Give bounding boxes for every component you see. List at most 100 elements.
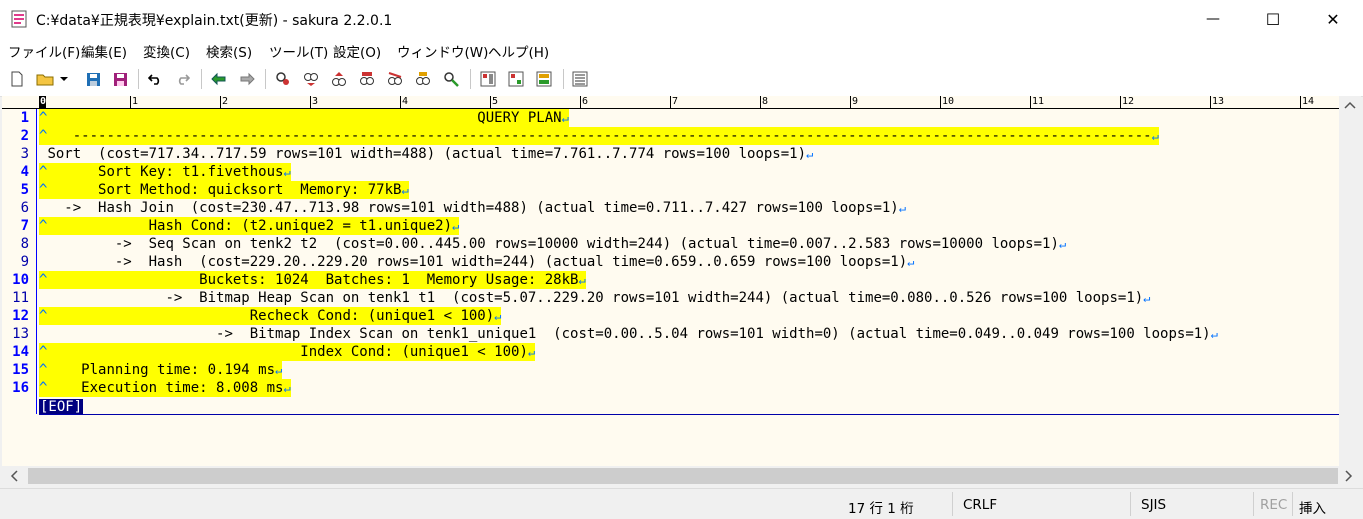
- scroll-left-icon[interactable]: [6, 468, 24, 484]
- replace-icon[interactable]: [386, 70, 404, 88]
- settings-icon[interactable]: [571, 70, 589, 88]
- return-icon: ↵: [401, 183, 409, 197]
- line-text: ^ Buckets: 1024 Batches: 1 Memory Usage:…: [39, 271, 586, 289]
- scroll-right-icon[interactable]: [1339, 468, 1357, 484]
- text-editor[interactable]: 0 1 2 3 4 5 6 7 8 9 10 11 12 13 14 1 ^ QU…: [2, 96, 1361, 466]
- menu-help[interactable]: ヘルプ(H): [488, 41, 549, 61]
- editor-line[interactable]: 15 ^ Planning time: 0.194 ms↵: [2, 361, 1361, 379]
- menu-search[interactable]: 検索(S): [206, 41, 252, 61]
- line-number: 1: [20, 110, 29, 126]
- line-ending[interactable]: CRLF: [963, 497, 997, 513]
- line-number: 10: [12, 272, 29, 288]
- maximize-button[interactable]: ☐: [1250, 0, 1296, 38]
- return-icon: ↵: [494, 309, 502, 323]
- ruler-mark: 2: [220, 96, 229, 108]
- ruler-mark: 11: [1030, 96, 1045, 108]
- scroll-thumb[interactable]: [28, 468, 1338, 484]
- ruler-mark: 10: [940, 96, 955, 108]
- undo-icon[interactable]: [146, 70, 164, 88]
- menu-settings[interactable]: 設定(O): [333, 41, 381, 61]
- insert-mode[interactable]: 挿入: [1299, 497, 1326, 517]
- search-icon[interactable]: [274, 70, 292, 88]
- editor-line[interactable]: 5 ^ Sort Method: quicksort Memory: 77kB↵: [2, 181, 1361, 199]
- line-text: -> Hash Join (cost=230.47..713.98 rows=1…: [39, 199, 906, 217]
- line-content: -> Seq Scan on tenk2 t2 (cost=0.00..445.…: [47, 236, 1059, 252]
- editor-line[interactable]: 14 ^ Index Cond: (unique1 < 100)↵: [2, 343, 1361, 361]
- new-file-icon[interactable]: [8, 70, 26, 88]
- line-content: -> Hash (cost=229.20..229.20 rows=101 wi…: [47, 254, 908, 270]
- menu-edit[interactable]: 編集(E): [81, 41, 127, 61]
- menu-convert[interactable]: 変換(C): [143, 41, 190, 61]
- line-text: ^ Planning time: 0.194 ms↵: [39, 361, 283, 379]
- menu-window[interactable]: ウィンドウ(W): [397, 41, 488, 61]
- vertical-scrollbar[interactable]: [1339, 96, 1361, 466]
- line-text: Sort (cost=717.34..717.59 rows=101 width…: [39, 145, 813, 163]
- dropdown-arrow-icon[interactable]: [58, 70, 70, 88]
- line-number: 3: [20, 146, 29, 162]
- line-content: Sort Method: quicksort Memory: 77kB: [47, 182, 402, 198]
- ruler-mark: 9: [850, 96, 859, 108]
- outline-icon[interactable]: [479, 70, 497, 88]
- window-title: C:¥data¥正規表現¥explain.txt(更新) - sakura 2.…: [36, 13, 393, 29]
- line-content: ----------------------------------------…: [47, 128, 1152, 144]
- grep-icon[interactable]: [414, 70, 432, 88]
- editor-line[interactable]: 3 Sort (cost=717.34..717.59 rows=101 wid…: [2, 145, 1361, 163]
- horizontal-scrollbar[interactable]: [2, 466, 1361, 486]
- search-dialog-icon[interactable]: [358, 70, 376, 88]
- editor-line[interactable]: 9 -> Hash (cost=229.20..229.20 rows=101 …: [2, 253, 1361, 271]
- editor-line[interactable]: 8 -> Seq Scan on tenk2 t2 (cost=0.00..44…: [2, 235, 1361, 253]
- return-icon: ↵: [1143, 291, 1151, 305]
- editor-line[interactable]: 10 ^ Buckets: 1024 Batches: 1 Memory Usag…: [2, 271, 1361, 289]
- return-icon: ↵: [283, 165, 291, 179]
- clear-mark-icon[interactable]: [442, 70, 460, 88]
- minimize-button[interactable]: —: [1190, 0, 1236, 38]
- return-icon: ↵: [283, 381, 291, 395]
- save-icon[interactable]: [84, 70, 102, 88]
- editor-line[interactable]: 12 ^ Recheck Cond: (unique1 < 100)↵: [2, 307, 1361, 325]
- line-text: ^ QUERY PLAN↵: [39, 109, 569, 127]
- ruler-mark: 0: [39, 96, 47, 108]
- editor-line[interactable]: 2 ^ -------------------------------------…: [2, 127, 1361, 145]
- line-number: 12: [12, 308, 29, 324]
- editor-line[interactable]: 6 -> Hash Join (cost=230.47..713.98 rows…: [2, 199, 1361, 217]
- tag-jump-icon[interactable]: [535, 70, 553, 88]
- open-folder-icon[interactable]: [36, 70, 54, 88]
- line-number: 8: [20, 236, 29, 252]
- eof-marker: [EOF]: [39, 399, 84, 415]
- close-button[interactable]: ✕: [1310, 0, 1356, 38]
- line-content: -> Bitmap Heap Scan on tenk1 t1 (cost=5.…: [47, 290, 1144, 306]
- line-text: -> Bitmap Heap Scan on tenk1 t1 (cost=5.…: [39, 289, 1150, 307]
- editor-line[interactable]: 1 ^ QUERY PLAN↵: [2, 109, 1361, 127]
- line-number: 16: [12, 380, 29, 396]
- line-number: 11: [12, 290, 29, 306]
- encoding[interactable]: SJIS: [1141, 497, 1166, 513]
- jump-forward-icon[interactable]: [238, 70, 256, 88]
- compare-icon[interactable]: [507, 70, 525, 88]
- line-content: Index Cond: (unique1 < 100): [47, 344, 528, 360]
- menu-tools[interactable]: ツール(T): [269, 41, 328, 61]
- line-text: -> Seq Scan on tenk2 t2 (cost=0.00..445.…: [39, 235, 1066, 253]
- search-next-icon[interactable]: [302, 70, 320, 88]
- search-prev-icon[interactable]: [330, 70, 348, 88]
- scroll-up-icon: [1344, 101, 1356, 109]
- menu-file[interactable]: ファイル(F): [8, 41, 80, 61]
- ruler-mark: 1: [130, 96, 139, 108]
- close-icon: ✕: [1326, 9, 1340, 29]
- redo-icon[interactable]: [174, 70, 192, 88]
- return-icon: ↵: [1058, 237, 1067, 251]
- line-text: ^ Sort Method: quicksort Memory: 77kB↵: [39, 181, 409, 199]
- jump-back-icon[interactable]: [210, 70, 228, 88]
- ruler-mark: 8: [760, 96, 769, 108]
- line-number: 15: [12, 362, 29, 378]
- editor-line[interactable]: 11 -> Bitmap Heap Scan on tenk1 t1 (cost…: [2, 289, 1361, 307]
- editor-line[interactable]: 4 ^ Sort Key: t1.fivethous↵: [2, 163, 1361, 181]
- menu-bar: ファイル(F) 編集(E) 変換(C) 検索(S) ツール(T) 設定(O) ウ…: [0, 38, 1363, 62]
- editor-line[interactable]: 16 ^ Execution time: 8.008 ms↵: [2, 379, 1361, 397]
- sakura-app-icon[interactable]: [11, 10, 27, 28]
- ruler-mark: 3: [310, 96, 319, 108]
- editor-line[interactable]: 13 -> Bitmap Index Scan on tenk1_unique1…: [2, 325, 1361, 343]
- save-all-icon[interactable]: [111, 70, 129, 88]
- line-content: -> Bitmap Index Scan on tenk1_unique1 (c…: [47, 326, 1211, 342]
- line-text: -> Bitmap Index Scan on tenk1_unique1 (c…: [39, 325, 1218, 343]
- editor-line[interactable]: 7 ^ Hash Cond: (t2.unique2 = t1.unique2)↵: [2, 217, 1361, 235]
